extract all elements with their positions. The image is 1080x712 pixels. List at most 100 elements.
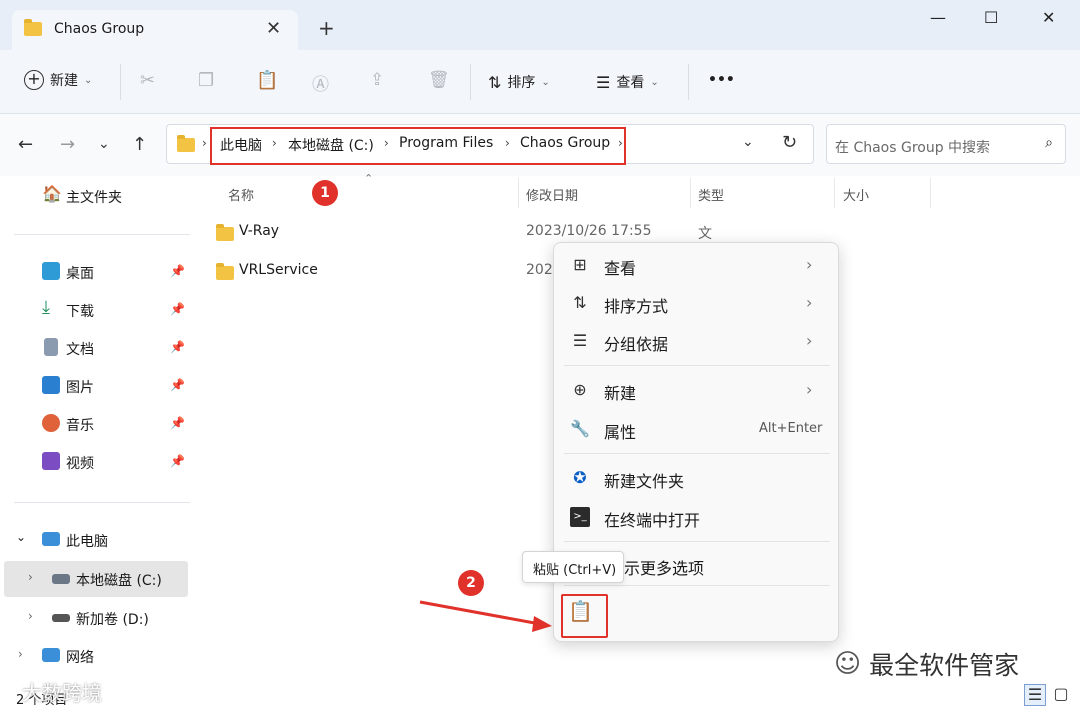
- refresh-icon[interactable]: ↻: [782, 132, 797, 153]
- menu-item-open-terminal[interactable]: >_ 在终端中打开: [554, 499, 840, 535]
- annotation-badge-2: 2: [458, 570, 484, 596]
- menu-item-new-folder[interactable]: ✪ 新建文件夹: [554, 460, 840, 496]
- details-view-icon[interactable]: ☰: [1024, 684, 1046, 706]
- grid-icon: ⊞: [573, 255, 587, 274]
- menu-item-label: 分组依据: [604, 335, 669, 354]
- paste-highlight-box: [561, 594, 608, 638]
- file-modified: 202: [526, 262, 553, 278]
- file-name: V-Ray: [239, 223, 280, 239]
- view-label: 查看: [616, 75, 645, 91]
- wechat-icon: ☺: [834, 649, 862, 679]
- chevron-right-icon[interactable]: ›: [18, 647, 23, 661]
- sidebar-item-label: 主文件夹: [66, 190, 122, 206]
- chevron-down-icon[interactable]: ⌄: [16, 530, 26, 544]
- pin-icon[interactable]: 📌: [170, 378, 185, 392]
- sidebar-item-documents[interactable]: 文档 📌: [0, 330, 190, 366]
- close-button[interactable]: ✕: [1042, 8, 1055, 27]
- cut-icon[interactable]: ✂: [140, 70, 155, 91]
- desktop-icon: [42, 262, 60, 280]
- more-options-button[interactable]: •••: [708, 72, 735, 88]
- file-name: VRLService: [239, 262, 318, 278]
- new-button[interactable]: + 新建 ⌄: [24, 70, 92, 90]
- sort-button[interactable]: ⇅ 排序 ⌄: [488, 72, 550, 92]
- forward-arrow-icon[interactable]: →: [60, 134, 75, 155]
- new-button-label: 新建: [50, 73, 78, 89]
- file-modified: 2023/10/26 17:55: [526, 223, 652, 239]
- menu-item-group-by[interactable]: ☰ 分组依据 ›: [554, 323, 840, 359]
- download-icon: ⤓: [42, 297, 50, 318]
- pin-icon[interactable]: 📌: [170, 340, 185, 354]
- watermark-bottom: 大数跨境: [22, 681, 102, 705]
- column-header-modified[interactable]: 修改日期: [526, 185, 578, 204]
- watermark-text: 最全软件管家: [869, 651, 1020, 680]
- search-icon: ⌕: [1045, 135, 1053, 151]
- menu-item-view[interactable]: ⊞ 查看 ›: [554, 247, 840, 283]
- column-header-type[interactable]: 类型: [698, 185, 724, 204]
- view-button[interactable]: ☰ 查看 ⌄: [596, 72, 659, 92]
- pin-icon[interactable]: 📌: [170, 454, 185, 468]
- chevron-right-icon[interactable]: ›: [28, 570, 33, 584]
- back-arrow-icon[interactable]: ←: [18, 134, 33, 155]
- drive-icon: [52, 614, 70, 622]
- sort-label: 排序: [507, 75, 536, 91]
- sidebar-item-downloads[interactable]: ⤓ 下载 📌: [0, 292, 190, 328]
- plus-circle-icon: +: [24, 70, 44, 90]
- maximize-button[interactable]: ☐: [984, 8, 998, 27]
- sidebar-item-label: 桌面: [66, 266, 94, 282]
- minimize-button[interactable]: —: [930, 8, 946, 27]
- tab-close-icon[interactable]: ✕: [266, 18, 281, 39]
- chevron-right-icon[interactable]: ›: [28, 609, 33, 623]
- address-dropdown-icon[interactable]: ⌄: [742, 134, 754, 150]
- sidebar-item-videos[interactable]: 视频 📌: [0, 444, 190, 480]
- chevron-down-icon: ⌄: [650, 76, 659, 88]
- sidebar-item-this-pc[interactable]: ⌄ 此电脑: [0, 522, 190, 558]
- chevron-right-icon: ›: [202, 136, 207, 150]
- search-placeholder: 在 Chaos Group 中搜索: [835, 140, 991, 156]
- sidebar-item-local-disk[interactable]: › 本地磁盘 (C:): [4, 561, 188, 597]
- delete-icon[interactable]: 🗑: [428, 70, 450, 90]
- sidebar-item-new-volume[interactable]: › 新加卷 (D:): [0, 600, 190, 636]
- share-icon[interactable]: ⇪: [370, 70, 384, 90]
- search-box[interactable]: 在 Chaos Group 中搜索 ⌕: [826, 124, 1066, 164]
- menu-item-label: 查看: [604, 259, 637, 278]
- menu-item-label: 排序方式: [604, 297, 669, 316]
- pictures-icon: [42, 376, 60, 394]
- sidebar-item-music[interactable]: 音乐 📌: [0, 406, 190, 442]
- pin-icon[interactable]: 📌: [170, 264, 185, 278]
- new-tab-button[interactable]: +: [318, 16, 335, 40]
- menu-item-properties[interactable]: 🔧 属性 Alt+Enter: [554, 411, 840, 447]
- sidebar-item-desktop[interactable]: 桌面 📌: [0, 254, 190, 290]
- sidebar-item-label: 文档: [66, 342, 94, 358]
- menu-item-new[interactable]: ⊕ 新建 ›: [554, 372, 840, 408]
- column-header-name[interactable]: 名称: [228, 185, 254, 204]
- group-icon: ☰: [572, 331, 588, 350]
- folder-icon: [24, 19, 42, 36]
- menu-item-label: 在终端中打开: [604, 511, 701, 530]
- view-icon: ☰: [596, 72, 611, 92]
- sidebar-item-label: 网络: [66, 650, 94, 666]
- up-arrow-icon[interactable]: ↑: [132, 134, 147, 155]
- sidebar-item-home[interactable]: 🏠 主文件夹: [0, 178, 190, 214]
- sidebar-item-network[interactable]: › 网络: [0, 638, 190, 674]
- chevron-down-icon: ⌄: [541, 76, 550, 88]
- chevron-right-icon: ›: [806, 331, 813, 350]
- tiles-view-icon[interactable]: ▢: [1050, 684, 1072, 706]
- menu-item-sort-by[interactable]: ⇅ 排序方式 ›: [554, 285, 840, 321]
- chevron-right-icon: ›: [806, 293, 813, 312]
- paste-icon[interactable]: 📋: [256, 70, 278, 91]
- copy-icon[interactable]: ❐: [198, 70, 214, 91]
- menu-item-label: 新建: [604, 384, 637, 403]
- rename-icon[interactable]: Ⓐ: [312, 70, 329, 95]
- sidebar-item-label: 视频: [66, 456, 94, 472]
- music-icon: [42, 414, 60, 432]
- column-header-size[interactable]: 大小: [843, 185, 869, 204]
- computer-icon: [42, 532, 60, 546]
- wrench-icon: 🔧: [570, 419, 590, 438]
- recent-chevron-icon[interactable]: ⌄: [98, 136, 110, 152]
- sort-icon: ⇅: [573, 293, 587, 312]
- tab-chaos-group[interactable]: Chaos Group ✕: [12, 10, 298, 50]
- pin-icon[interactable]: 📌: [170, 302, 185, 316]
- sidebar-item-label: 本地磁盘 (C:): [76, 573, 162, 589]
- sidebar-item-pictures[interactable]: 图片 📌: [0, 368, 190, 404]
- pin-icon[interactable]: 📌: [170, 416, 185, 430]
